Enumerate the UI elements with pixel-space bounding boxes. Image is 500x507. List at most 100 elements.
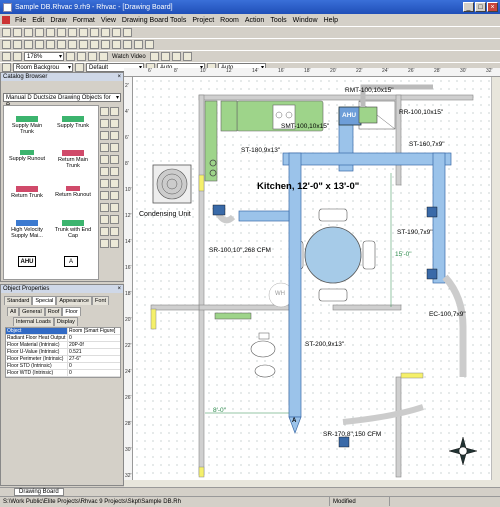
close-button[interactable]: × [487, 2, 498, 12]
menu-edit[interactable]: Edit [29, 17, 47, 24]
tab-general[interactable]: General [19, 307, 45, 316]
drawing-board[interactable]: RMT-100,10x15" SMT-100,10x15" RR-100,10x… [133, 77, 491, 480]
catalog-item-return-main-trunk[interactable]: Return Main Trunk [52, 148, 94, 169]
property-row[interactable]: Floor WTD (Intrinsic) 0 [6, 370, 120, 377]
door-icon[interactable] [79, 40, 88, 49]
catalog-item-a[interactable]: A [64, 256, 78, 267]
label-rmt[interactable]: RMT-100,10x15" [345, 87, 394, 94]
property-row[interactable]: Floor Material (Intrinsic) 20P-0f [6, 342, 120, 349]
tab-standard[interactable]: Standard [4, 296, 33, 305]
duct-icon[interactable] [123, 40, 132, 49]
tool-icon-1[interactable] [100, 107, 109, 116]
calculate-icon[interactable] [101, 28, 110, 37]
property-row[interactable]: Floor STD (Intrinsic) 0 [6, 363, 120, 370]
layer-combo[interactable]: Room Backgrou [13, 63, 73, 72]
menu-help[interactable]: Help [321, 17, 341, 24]
menu-room[interactable]: Room [217, 17, 242, 24]
pan-icon[interactable] [66, 52, 75, 61]
grid-icon[interactable] [77, 52, 86, 61]
dimension-icon[interactable] [112, 40, 121, 49]
menu-window[interactable]: Window [290, 17, 321, 24]
text-icon[interactable] [57, 40, 66, 49]
document-icon[interactable] [2, 16, 10, 24]
redo-icon[interactable] [90, 28, 99, 37]
new-icon[interactable] [2, 28, 11, 37]
horizontal-scrollbar[interactable] [124, 480, 500, 487]
minimize-button[interactable]: _ [463, 2, 474, 12]
maximize-button[interactable]: □ [475, 2, 486, 12]
catalog-item-supply-runout[interactable]: Supply Runout [6, 148, 48, 162]
vertical-scrollbar[interactable] [491, 77, 500, 480]
catalog-item-ahu[interactable]: AHU [18, 256, 36, 267]
group-icon[interactable] [171, 52, 181, 61]
layer-icon[interactable] [2, 63, 11, 72]
property-row[interactable]: Floor U-Value (Intrinsic) 0.521 [6, 349, 120, 356]
align-icon[interactable] [160, 52, 170, 61]
select-icon[interactable] [2, 40, 11, 49]
close-icon[interactable]: × [117, 285, 121, 293]
label-sr100[interactable]: SR-100,10",268 CFM [209, 247, 271, 254]
outlet-label[interactable]: A [292, 418, 296, 424]
tool-icon-21[interactable] [100, 227, 109, 236]
label-st180[interactable]: ST-180,9x13" [241, 147, 280, 154]
label-sr170[interactable]: SR-170,8",150 CFM [323, 431, 381, 438]
property-row[interactable]: Radiant Floor Heat Output 0 [6, 335, 120, 342]
tool-icon-17[interactable] [100, 203, 109, 212]
rect-icon[interactable] [24, 40, 33, 49]
save-icon[interactable] [24, 28, 33, 37]
tool-icon-13[interactable] [100, 179, 109, 188]
window-icon[interactable] [90, 40, 99, 49]
catalog-item-return-runout[interactable]: Return Runout [52, 184, 94, 198]
tool-icon-2[interactable] [110, 107, 119, 116]
catalog-selector[interactable]: Manual D Ductsize Drawing Objects for R.… [3, 93, 121, 109]
tab-special[interactable]: Special [32, 296, 57, 305]
close-icon[interactable]: × [117, 73, 121, 81]
label-dim15[interactable]: 15'-0" [395, 251, 412, 258]
report-icon[interactable] [112, 28, 121, 37]
menu-tools[interactable]: Tools [267, 17, 289, 24]
catalog-item-supply-trunk[interactable]: Supply Trunk [52, 114, 94, 129]
tab-font[interactable]: Font [92, 296, 110, 305]
copy-icon[interactable] [57, 28, 66, 37]
tool-icon-8[interactable] [110, 143, 119, 152]
tool-icon-11[interactable] [100, 167, 109, 176]
label-st200[interactable]: ST-200,9x13" [305, 341, 344, 348]
label-st190[interactable]: ST-190,7x9" [397, 229, 433, 236]
cut-icon[interactable] [46, 28, 55, 37]
floor-plan[interactable] [133, 77, 491, 480]
polygon-icon[interactable] [46, 40, 55, 49]
label-smt[interactable]: SMT-100,10x15" [281, 123, 329, 130]
video-icon[interactable] [99, 52, 108, 61]
tool-icon-23[interactable] [100, 239, 109, 248]
watch-video-button[interactable]: Watch Video [110, 54, 148, 60]
catalog-item-return-trunk[interactable]: Return Trunk [6, 184, 48, 199]
tool-icon-10[interactable] [110, 155, 119, 164]
property-row[interactable]: Object Room [Smart Figure] [6, 328, 120, 335]
tool-icon-20[interactable] [110, 215, 119, 224]
pen-icon[interactable] [145, 40, 154, 49]
tool-icon-4[interactable] [110, 119, 119, 128]
tool-icon-16[interactable] [110, 191, 119, 200]
label-dim8[interactable]: 8'-0" [213, 407, 226, 414]
tool-icon-6[interactable] [110, 131, 119, 140]
tab-appearance[interactable]: Appearance [56, 296, 93, 305]
zoom-combo[interactable]: 178% [24, 52, 64, 61]
catalog-item-high-velocity-supply[interactable]: High Velocity Supply Mai... [6, 218, 48, 239]
help-icon[interactable] [123, 28, 132, 37]
menu-drawing-board-tools[interactable]: Drawing Board Tools [119, 17, 189, 24]
ahu-label[interactable]: AHU [342, 112, 356, 119]
tool-icon-24[interactable] [110, 239, 119, 248]
catalog-item-supply-main-trunk[interactable]: Supply Main Trunk [6, 114, 48, 135]
wall-icon[interactable] [68, 40, 77, 49]
tool-icon-7[interactable] [100, 143, 109, 152]
rotate-icon[interactable] [182, 52, 192, 61]
tab-internal-loads[interactable]: Internal Loads [13, 317, 54, 326]
print-icon[interactable] [35, 28, 44, 37]
label-ec100[interactable]: EC-100,7x9" [429, 311, 466, 318]
catalog-item-trunk-end-cap[interactable]: Trunk with End Cap [52, 218, 94, 239]
layers-icon[interactable] [149, 52, 159, 61]
tab-floor[interactable]: Floor [62, 307, 81, 316]
tab-all[interactable]: All [7, 307, 20, 316]
tool-icon-3[interactable] [100, 119, 109, 128]
kitchen-label[interactable]: Kitchen, 12'-0" x 13'-0" [257, 181, 359, 192]
